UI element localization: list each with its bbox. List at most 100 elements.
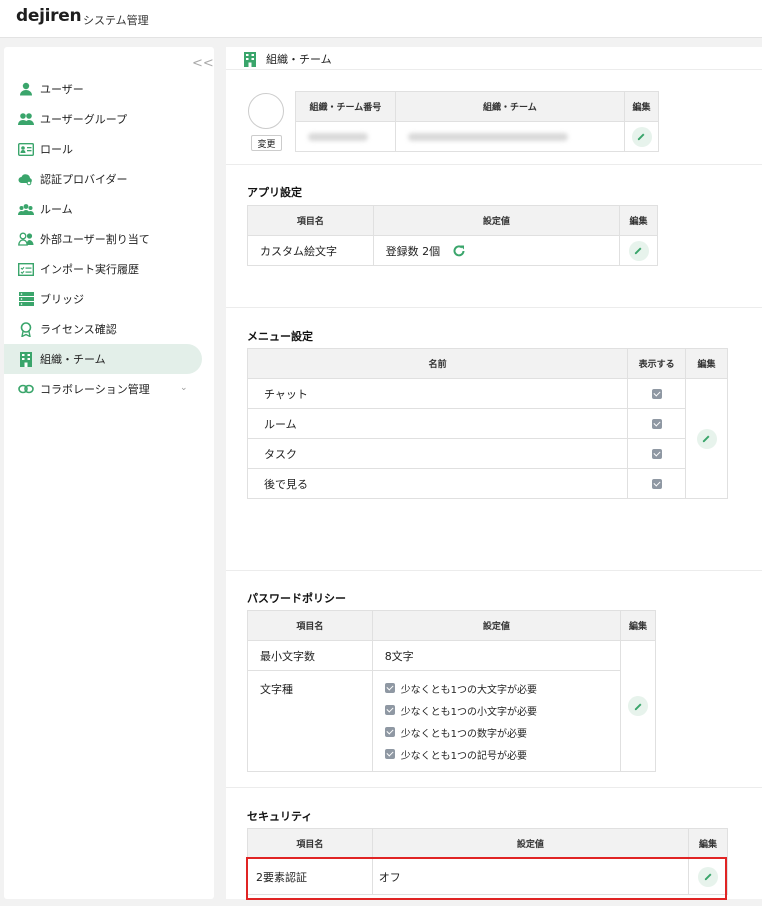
divider xyxy=(226,307,762,308)
sidebar-item-label: 認証プロバイダー xyxy=(40,173,128,186)
sidebar-item-label: ユーザー xyxy=(40,83,84,96)
sidebar-item-users[interactable]: ユーザー xyxy=(4,74,214,104)
rule-checkbox[interactable] xyxy=(384,683,395,693)
app-settings-title: アプリ設定 xyxy=(247,186,302,199)
divider xyxy=(226,164,762,165)
page-title: 組織・チーム xyxy=(242,51,332,67)
user-icon xyxy=(18,81,34,97)
org-table: 組織・チーム番号 組織・チーム 編集 xyxy=(295,91,659,152)
sidebar-item-label: 組織・チーム xyxy=(40,353,106,366)
dejiren-logo[interactable]: dejiren xyxy=(16,6,82,26)
sidebar-item-label: インポート実行履歴 xyxy=(40,263,139,276)
edit-cell xyxy=(620,640,656,772)
show-checkbox[interactable] xyxy=(651,389,662,399)
sidebar-item-license[interactable]: ライセンス確認 xyxy=(4,314,214,344)
show-checkbox[interactable] xyxy=(651,419,662,429)
pencil-icon xyxy=(704,873,711,881)
org-avatar xyxy=(248,93,284,129)
divider xyxy=(226,69,762,70)
rule-label: 少なくとも1つの記号が必要 xyxy=(400,750,528,762)
sidebar: << ユーザー ユーザーグループ ロール 認証プロバイダー ルーム 外部ユーザー… xyxy=(4,47,214,899)
col-header: 編集 xyxy=(685,348,728,379)
sidebar-item-label: ロール xyxy=(40,143,73,156)
sidebar-nav: ユーザー ユーザーグループ ロール 認証プロバイダー ルーム 外部ユーザー割り当… xyxy=(4,74,214,404)
col-header: 名前 xyxy=(246,348,629,379)
id-card-icon xyxy=(18,141,34,157)
sidebar-item-roles[interactable]: ロール xyxy=(4,134,214,164)
edit-button[interactable] xyxy=(628,240,649,261)
sidebar-item-rooms[interactable]: ルーム xyxy=(4,194,214,224)
rule-checkbox[interactable] xyxy=(384,749,395,759)
show-cell xyxy=(627,378,687,409)
refresh-icon[interactable] xyxy=(452,244,466,258)
menu-name: 後で見る xyxy=(246,468,629,499)
pencil-icon xyxy=(634,247,642,255)
col-header: 設定値 xyxy=(371,828,690,859)
chevron-down-icon[interactable]: ⌄ xyxy=(180,383,188,393)
sidebar-item-import-history[interactable]: インポート実行履歴 xyxy=(4,254,214,284)
col-header: 組織・チーム番号 xyxy=(295,91,396,122)
col-header: 項目名 xyxy=(247,610,373,641)
char-rule: 少なくとも1つの大文字が必要 xyxy=(384,677,620,699)
edit-button[interactable] xyxy=(696,428,717,449)
col-header: 表示する xyxy=(627,348,687,379)
col-header: 編集 xyxy=(620,610,656,641)
sidebar-item-label: ルーム xyxy=(40,203,73,216)
menu-name: タスク xyxy=(246,438,629,469)
org-name-cell xyxy=(394,121,626,152)
emoji-count: 登録数 2個 xyxy=(385,244,441,258)
pencil-icon xyxy=(634,703,641,710)
main-content: 組織・チーム 変更 組織・チーム番号 組織・チーム 編集 アプリ設定 項目名 設… xyxy=(226,47,762,900)
col-header: 項目名 xyxy=(247,828,373,859)
edit-button[interactable] xyxy=(698,866,719,887)
sidebar-item-label: コラボレーション管理 xyxy=(40,383,150,396)
link-icon xyxy=(18,381,34,397)
item-name: 文字種 xyxy=(247,670,373,772)
menu-name: チャット xyxy=(246,378,629,409)
building-icon xyxy=(18,351,34,367)
item-value: 少なくとも1つの大文字が必要 少なくとも1つの小文字が必要 少なくとも1つの数字… xyxy=(371,670,622,772)
divider xyxy=(226,570,762,571)
show-cell xyxy=(627,408,687,439)
security-table: 項目名 設定値 編集 2要素認証 オフ xyxy=(247,828,728,895)
top-bar: dejiren システム管理 xyxy=(0,0,762,38)
edit-button[interactable] xyxy=(628,696,649,716)
password-policy-title: パスワードポリシー xyxy=(247,592,346,605)
sidebar-item-external-users[interactable]: 外部ユーザー割り当て xyxy=(4,224,214,254)
edit-cell xyxy=(685,378,728,499)
redacted-org-number xyxy=(308,133,368,141)
app-title: システム管理 xyxy=(83,14,149,27)
show-cell xyxy=(627,438,687,469)
divider xyxy=(226,787,762,788)
badge-icon xyxy=(18,321,34,337)
col-header: 編集 xyxy=(688,828,728,859)
rule-checkbox[interactable] xyxy=(384,705,395,715)
sidebar-item-user-groups[interactable]: ユーザーグループ xyxy=(4,104,214,134)
sidebar-item-organization[interactable]: 組織・チーム xyxy=(4,344,202,374)
sidebar-item-label: ユーザーグループ xyxy=(40,113,128,126)
col-header: 編集 xyxy=(624,91,659,122)
item-name: 2要素認証 xyxy=(247,858,373,895)
cloud-key-icon xyxy=(18,171,34,187)
char-rule: 少なくとも1つの記号が必要 xyxy=(384,743,620,765)
collapse-sidebar-icon[interactable]: << xyxy=(192,56,214,71)
edit-button[interactable] xyxy=(631,126,652,147)
sidebar-item-auth-providers[interactable]: 認証プロバイダー xyxy=(4,164,214,194)
item-value: オフ xyxy=(371,858,690,895)
col-header: 設定値 xyxy=(372,205,621,236)
redacted-org-name xyxy=(407,133,568,141)
show-checkbox[interactable] xyxy=(651,449,662,459)
change-avatar-button[interactable]: 変更 xyxy=(251,135,282,151)
group-icon xyxy=(18,201,34,217)
org-number-cell xyxy=(295,121,396,152)
sidebar-item-bridge[interactable]: ブリッジ xyxy=(4,284,214,314)
item-name: カスタム絵文字 xyxy=(247,235,374,266)
menu-settings-table: 名前 表示する 編集 チャット ルーム タスク 後で見る xyxy=(246,348,728,499)
menu-settings-title: メニュー設定 xyxy=(247,330,313,343)
show-checkbox[interactable] xyxy=(651,479,662,489)
security-title: セキュリティ xyxy=(247,810,313,823)
edit-cell xyxy=(624,121,659,152)
rule-checkbox[interactable] xyxy=(384,727,395,737)
sidebar-item-collaboration[interactable]: コラボレーション管理 ⌄ xyxy=(4,374,214,404)
char-rule-list: 少なくとも1つの大文字が必要 少なくとも1つの小文字が必要 少なくとも1つの数字… xyxy=(384,671,620,771)
